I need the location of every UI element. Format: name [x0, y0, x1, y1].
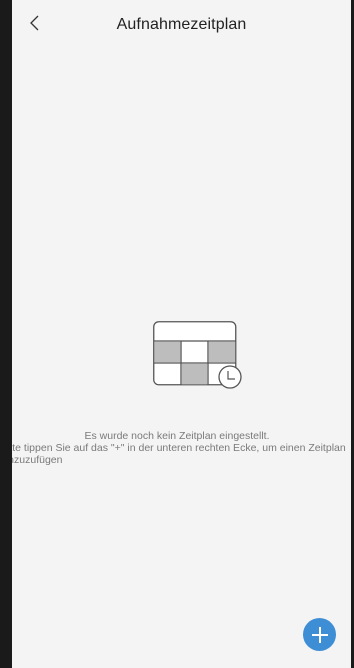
- schedule-screen: Aufnahmezeitplan Es wurde noch kein Zeit…: [12, 0, 351, 668]
- plus-icon: [311, 626, 328, 643]
- add-schedule-button[interactable]: [303, 618, 336, 651]
- empty-state-message: Es wurde noch kein Zeitplan eingestellt.…: [12, 430, 351, 466]
- empty-message-line2: Bitte tippen Sie auf das "+" in der unte…: [12, 442, 346, 466]
- calendar-clock-icon: [153, 321, 255, 393]
- page-title: Aufnahmezeitplan: [116, 16, 247, 33]
- empty-message-line1: Es wurde noch kein Zeitplan eingestellt.: [84, 430, 270, 442]
- top-bar: Aufnahmezeitplan: [12, 0, 351, 50]
